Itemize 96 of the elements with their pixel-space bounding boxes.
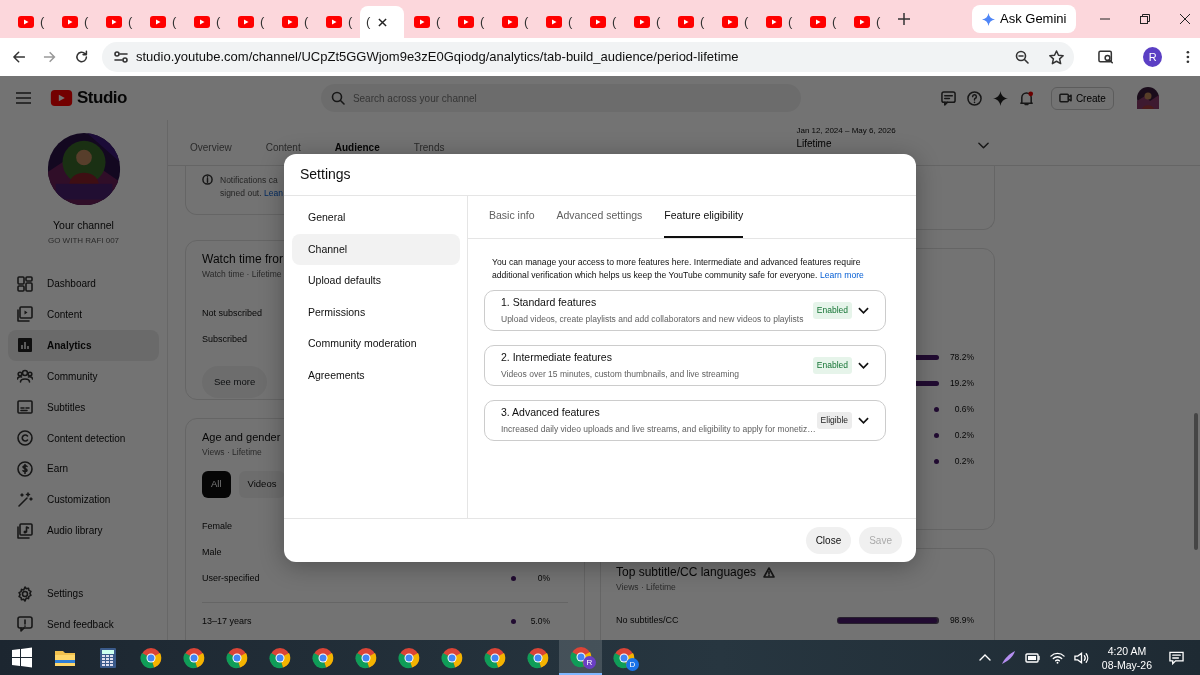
browser-tab[interactable]: ( xyxy=(492,6,536,38)
browser-tab[interactable]: ( xyxy=(360,6,404,38)
sidebar-item[interactable]: Dashboard xyxy=(8,268,159,299)
browser-tab[interactable]: ( xyxy=(96,6,140,38)
feature-title: 3. Advanced features xyxy=(501,405,601,421)
feature-description: Upload videos, create playlists and add collaborators and new videos to playlists xyxy=(501,313,805,326)
browser-tab[interactable]: ( xyxy=(404,6,448,38)
learn-more-link[interactable]: Learn more xyxy=(819,270,864,280)
browser-tab[interactable]: ( xyxy=(668,6,712,38)
sidebar-item[interactable]: Earn xyxy=(8,453,159,485)
channel-title: Your channel xyxy=(52,218,115,234)
percent-value: 19.2% xyxy=(948,376,974,390)
settings-nav-item[interactable]: Community moderation xyxy=(292,328,460,360)
sidebar-item[interactable]: Analytics xyxy=(8,329,159,361)
row-label: Male xyxy=(202,545,222,559)
row-label: User-specified xyxy=(202,571,260,585)
intro-text: You can manage your access to more features here. Intermediate and advanced features require additional verification which helps us keep the YouTube community safe for everyone. Learn more xyxy=(492,256,865,282)
sidebar-item[interactable]: Customization xyxy=(8,484,159,516)
card-subtitle: Views · Lifetime xyxy=(616,581,676,594)
feature-panel[interactable]: 1. Standard features Upload videos, create playlists and add collaborators and new videos to playlists Enabled xyxy=(484,290,886,331)
taskbar-app[interactable]: D xyxy=(602,640,645,675)
status-badge: Enabled xyxy=(812,357,852,374)
settings-tab[interactable]: Feature eligibility xyxy=(664,196,744,238)
browser-tab[interactable]: ( xyxy=(580,6,624,38)
feature-title: 2. Intermediate features xyxy=(501,350,613,366)
row-label: 13–17 years xyxy=(202,614,252,628)
analytics-tab[interactable]: Audience xyxy=(334,140,380,155)
settings-nav-item[interactable]: Channel xyxy=(292,233,460,266)
percent-value: 98.9% xyxy=(948,614,974,628)
card-title: Watch time fror xyxy=(202,251,283,268)
sidebar-item[interactable]: Send feedback xyxy=(8,609,159,640)
clock-date[interactable]: 08-May-26 xyxy=(1101,657,1152,672)
see-more-button[interactable]: See more xyxy=(202,365,268,398)
period-label: Lifetime xyxy=(796,138,833,149)
percent-value: 0.2% xyxy=(953,428,974,442)
row-label: Female xyxy=(202,519,232,533)
card-subtitle: Views · Lifetime xyxy=(202,445,262,459)
browser-tab[interactable]: ( xyxy=(800,6,844,38)
card-title: Top subtitle/CC languages xyxy=(616,564,757,581)
browser-tab[interactable]: ( xyxy=(448,6,492,38)
ask-gemini-button[interactable]: Ask Gemini xyxy=(972,5,1077,33)
percent-value: 0.2% xyxy=(953,454,974,468)
card-subtitle: Watch time · Lifetime xyxy=(202,268,282,281)
feature-panel[interactable]: 3. Advanced features Increased daily video uploads and live streams, and eligibility to apply for monetiz… Eligible xyxy=(484,400,886,441)
percent-value: 5.0% xyxy=(529,615,550,628)
browser-tab[interactable]: ( xyxy=(52,6,96,38)
feature-description: Videos over 15 minutes, custom thumbnails, and live streaming xyxy=(501,368,740,381)
status-badge: Eligible xyxy=(816,412,852,429)
filter-chip[interactable]: Videos xyxy=(238,471,286,498)
profile-avatar[interactable]: R xyxy=(1143,47,1163,67)
settings-nav-item[interactable]: Permissions xyxy=(292,296,460,329)
notice-text: Notifications ca xyxy=(220,174,279,187)
settings-nav-item[interactable]: General xyxy=(292,202,460,234)
browser-tab[interactable]: ( xyxy=(272,6,316,38)
browser-tab[interactable]: ( xyxy=(624,6,668,38)
browser-tab[interactable]: ( xyxy=(712,6,756,38)
card-title: Age and gender xyxy=(202,430,281,445)
notice-text: signed out. xyxy=(220,188,263,198)
status-badge: Enabled xyxy=(812,302,852,319)
percent-value: 0.6% xyxy=(953,402,974,416)
logo-text: Studio xyxy=(77,87,127,110)
close-button[interactable]: Close xyxy=(805,527,852,554)
browser-tab[interactable]: ( xyxy=(844,6,888,38)
settings-tab[interactable]: Advanced settings xyxy=(556,196,643,238)
percent-value: 78.2% xyxy=(948,350,974,364)
feature-panel[interactable]: 2. Intermediate features Videos over 15 minutes, custom thumbnails, and live streaming Enabled xyxy=(484,345,886,386)
browser-tab[interactable]: ( xyxy=(316,6,360,38)
url-text: studio.youtube.com/channel/UCpZt5GGWjom9e3zE0Gqiodg/analytics/tab-build_audience/period-lifetime xyxy=(135,48,739,67)
row-label: Subscribed xyxy=(202,333,248,346)
dialog-title: Settings xyxy=(284,154,916,196)
sidebar-item[interactable]: Audio library xyxy=(8,515,159,547)
settings-tab[interactable]: Basic info xyxy=(489,196,535,238)
browser-tab[interactable]: ( xyxy=(8,6,52,38)
feature-description: Increased daily video uploads and live streams, and eligibility to apply for monetiz… xyxy=(501,423,817,436)
percent-value: 0% xyxy=(536,572,550,585)
browser-tab[interactable]: ( xyxy=(536,6,580,38)
sidebar-item[interactable]: Settings xyxy=(8,578,159,610)
sidebar-item[interactable]: Subtitles xyxy=(8,391,159,423)
filter-chip[interactable]: All xyxy=(202,471,231,498)
taskbar-app[interactable]: R xyxy=(559,640,602,675)
browser-tab[interactable]: ( xyxy=(140,6,184,38)
sidebar-item[interactable]: Content xyxy=(8,299,159,330)
address-field[interactable]: studio.youtube.com/channel/UCpZt5GGWjom9e3zE0Gqiodg/analytics/tab-build_audience/period-lifetime xyxy=(101,42,1074,72)
browser-tab[interactable]: ( xyxy=(228,6,272,38)
row-label: No subtitles/CC xyxy=(616,614,679,627)
row-label: Not subscribed xyxy=(202,307,263,320)
date-range: Jan 12, 2024 – May 6, 2026 xyxy=(796,126,896,136)
sidebar-item[interactable]: Content detection xyxy=(8,422,159,454)
settings-nav-item[interactable]: Agreements xyxy=(292,359,460,392)
sidebar-item[interactable]: Community xyxy=(8,360,159,392)
feature-title: 1. Standard features xyxy=(501,295,598,311)
settings-nav-item[interactable]: Upload defaults xyxy=(292,265,460,297)
browser-tab[interactable]: ( xyxy=(184,6,228,38)
browser-tab[interactable]: ( xyxy=(756,6,800,38)
clock-time[interactable]: 4:20 AM xyxy=(1101,643,1152,658)
create-button[interactable]: Create xyxy=(1050,86,1114,110)
